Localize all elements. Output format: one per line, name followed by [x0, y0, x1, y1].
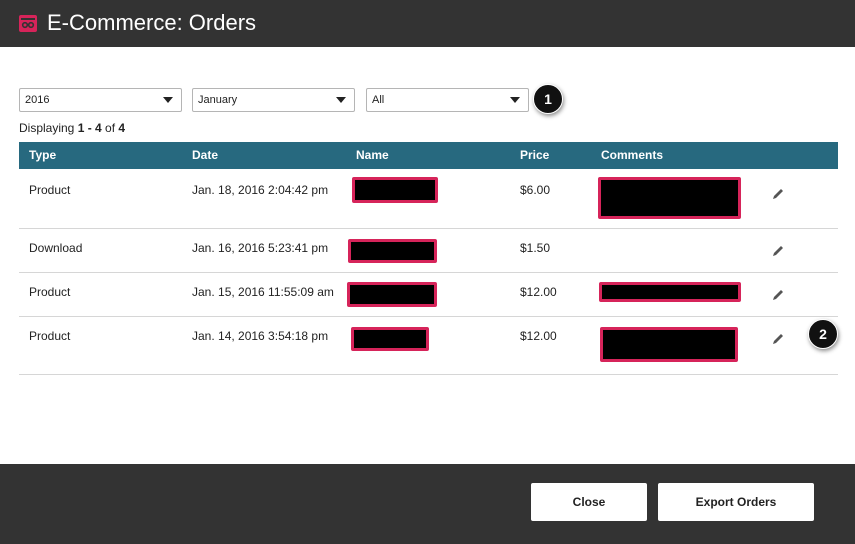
type-select[interactable]: All [366, 88, 529, 112]
title-bar: E-Commerce: Orders [0, 0, 855, 47]
pencil-edit-icon[interactable] [771, 187, 785, 201]
redacted-name [352, 177, 438, 203]
redacted-name [347, 282, 437, 307]
row-price: $12.00 [520, 285, 557, 299]
row-date: Jan. 14, 2016 3:54:18 pm [192, 329, 329, 343]
summary-range: 1 - 4 [77, 121, 102, 135]
row-type: Product [29, 183, 71, 197]
redacted-name [348, 239, 437, 263]
row-type: Product [29, 329, 71, 343]
table-row: Product Jan. 15, 2016 11:55:09 am $12.00 [19, 273, 838, 317]
column-header-date: Date [192, 148, 219, 162]
close-button[interactable]: Close [531, 483, 647, 521]
row-type: Download [29, 241, 83, 255]
column-header-type: Type [29, 148, 57, 162]
type-select-value: All [372, 94, 385, 106]
chevron-down-icon [510, 97, 520, 103]
month-select[interactable]: January [192, 88, 355, 112]
month-select-value: January [198, 94, 238, 106]
summary-prefix: Displaying [19, 121, 78, 135]
pencil-edit-icon[interactable] [771, 288, 785, 302]
ecommerce-logo-icon [19, 15, 37, 32]
row-price: $6.00 [520, 183, 551, 197]
table-header: Type Date Name Price Comments [19, 142, 838, 169]
chevron-down-icon [163, 97, 173, 103]
summary-of: of [101, 121, 119, 135]
callout-marker-1: 1 [533, 84, 563, 114]
redacted-name [351, 327, 429, 351]
page-title: E-Commerce: Orders [47, 10, 257, 35]
summary-total: 4 [118, 121, 126, 135]
redacted-comment [599, 282, 741, 302]
row-price: $1.50 [520, 241, 551, 255]
year-select[interactable]: 2016 [19, 88, 182, 112]
chevron-down-icon [336, 97, 346, 103]
table-row: Product Jan. 14, 2016 3:54:18 pm $12.00 [19, 317, 838, 375]
pencil-edit-icon[interactable] [771, 332, 785, 346]
column-header-price: Price [520, 148, 550, 162]
redacted-comment [600, 327, 738, 362]
results-summary: Displaying 1 - 4 of 4 [19, 121, 125, 135]
export-orders-button[interactable]: Export Orders [658, 483, 814, 521]
row-type: Product [29, 285, 71, 299]
year-select-value: 2016 [25, 94, 50, 106]
table-row: Download Jan. 16, 2016 5:23:41 pm $1.50 [19, 229, 838, 273]
row-date: Jan. 15, 2016 11:55:09 am [192, 285, 334, 299]
row-date: Jan. 18, 2016 2:04:42 pm [192, 183, 329, 197]
column-header-name: Name [356, 148, 389, 162]
orders-table: Type Date Name Price Comments Product Ja… [19, 142, 838, 375]
redacted-comment [598, 177, 741, 219]
pencil-edit-icon[interactable] [771, 244, 785, 258]
row-price: $12.00 [520, 329, 557, 343]
column-header-comments: Comments [601, 148, 664, 162]
table-row: Product Jan. 18, 2016 2:04:42 pm $6.00 [19, 169, 838, 229]
row-date: Jan. 16, 2016 5:23:41 pm [192, 241, 329, 255]
